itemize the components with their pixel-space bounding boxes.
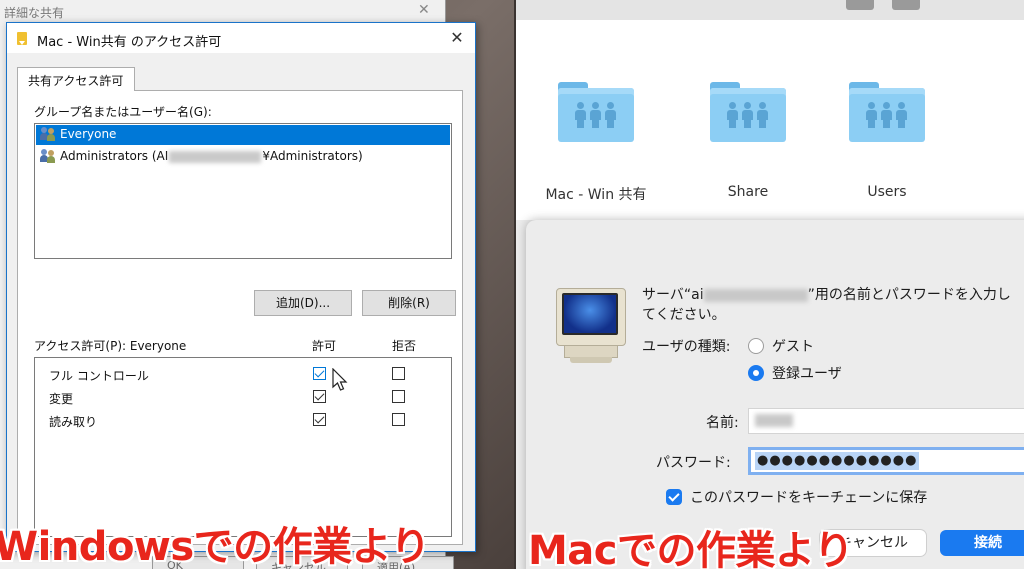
background-close-icon[interactable]: ✕ — [418, 2, 430, 18]
registered-user-radio-label: 登録ユーザ — [772, 366, 842, 382]
folder-label: Mac - Win 共有 — [545, 187, 647, 203]
user-type-label: ユーザの種類: — [642, 339, 731, 355]
users-icon — [40, 127, 56, 141]
deny-full-control-checkbox[interactable] — [392, 367, 405, 380]
name-label: 名前: — [706, 415, 739, 431]
deny-change-checkbox[interactable] — [392, 390, 405, 403]
allow-full-control-checkbox[interactable] — [313, 367, 326, 380]
group-item-everyone[interactable]: Everyone — [36, 125, 450, 145]
mouse-cursor-icon — [332, 368, 348, 391]
group-item-label: Everyone — [60, 127, 117, 141]
allow-change-checkbox[interactable] — [313, 390, 326, 403]
add-button[interactable]: 追加(D)... — [254, 290, 352, 316]
finder-toolbar — [516, 0, 1024, 20]
name-field[interactable] — [748, 408, 1024, 434]
shared-folder-icon — [849, 82, 925, 142]
prompt-prefix: サーバ“ai — [642, 287, 704, 303]
redacted-username — [755, 413, 793, 427]
close-icon[interactable]: ✕ — [445, 27, 469, 49]
permission-name: 変更 — [49, 392, 74, 406]
allow-read-checkbox[interactable] — [313, 413, 326, 426]
folder-mac-win-share[interactable]: Mac - Win 共有 — [526, 82, 666, 203]
permissions-dialog: Mac - Win共有 のアクセス許可 ✕ 共有アクセス許可 グループ名またはユ… — [6, 22, 476, 552]
group-item-label-prefix: Administrators (AI — [60, 149, 169, 163]
redacted-server-name — [703, 288, 808, 302]
login-prompt: サーバ“ai ”用の名前とパスワードを入力し — [642, 284, 1011, 304]
password-value: ●●●●●●●●●●●●● — [755, 452, 920, 470]
folder-share[interactable]: Share — [678, 82, 818, 202]
password-label: パスワード: — [656, 455, 731, 471]
folder-label: Users — [867, 184, 907, 200]
shared-folder-icon — [558, 82, 634, 142]
permissions-label: アクセス許可(P): Everyone — [34, 339, 187, 353]
mac-panel: Mac - Win 共有 Share Users サーバ“ai ”用の名前とパス… — [514, 0, 1024, 569]
group-label: グループ名またはユーザー名(G): — [34, 105, 212, 119]
shared-folder-icon — [710, 82, 786, 142]
permissions-listbox: フル コントロール 変更 読み取り — [34, 357, 452, 537]
deny-read-checkbox[interactable] — [392, 413, 405, 426]
allow-header: 許可 — [312, 339, 337, 353]
folder-label: Share — [727, 184, 769, 200]
prompt-suffix: ”用の名前とパスワードを入力し — [807, 287, 1011, 303]
guest-radio[interactable] — [748, 338, 764, 354]
users-icon — [40, 149, 56, 163]
permission-name: フル コントロール — [49, 369, 149, 383]
login-dialog: サーバ“ai ”用の名前とパスワードを入力し てください。 ユーザの種類: ゲスト… — [526, 220, 1024, 569]
password-field[interactable]: ●●●●●●●●●●●●● — [748, 447, 1024, 475]
login-prompt-line2: てください。 — [642, 307, 726, 323]
redacted-text — [169, 150, 262, 163]
group-item-administrators[interactable]: Administrators (AI ¥Administrators) — [36, 147, 450, 167]
windows-panel: 詳細な共有 ✕ OK キャンセル 適用(A) Mac - Win共有 のアクセス… — [0, 0, 514, 569]
mac-caption: Macでの作業より — [528, 528, 854, 569]
finder-content: Mac - Win 共有 Share Users — [516, 20, 1024, 220]
save-keychain-checkbox[interactable] — [666, 489, 682, 505]
guest-radio-label: ゲスト — [772, 339, 814, 355]
registered-user-radio[interactable] — [748, 365, 764, 381]
dialog-titlebar[interactable]: Mac - Win共有 のアクセス許可 ✕ — [7, 23, 475, 53]
deny-header: 拒否 — [392, 339, 417, 353]
toolbar-button[interactable] — [846, 0, 874, 10]
toolbar-button[interactable] — [892, 0, 920, 10]
monitor-icon — [556, 288, 626, 364]
folder-users[interactable]: Users — [817, 82, 957, 202]
permission-name: 読み取り — [49, 415, 98, 429]
folder-bookmark-icon — [17, 32, 27, 45]
windows-caption: Windowsでの作業より — [0, 524, 430, 569]
tab-share-permissions[interactable]: 共有アクセス許可 — [17, 67, 135, 91]
save-keychain-label: このパスワードをキーチェーンに保存 — [690, 490, 928, 506]
background-window-title: 詳細な共有 — [4, 6, 65, 20]
group-listbox[interactable]: Everyone Administrators (AI ¥Administrato… — [34, 123, 452, 259]
dialog-title: Mac - Win共有 のアクセス許可 — [37, 35, 222, 50]
group-item-label-suffix: ¥Administrators) — [262, 149, 363, 163]
tab-panel: グループ名またはユーザー名(G): Everyone Administrator… — [17, 90, 463, 545]
connect-button[interactable]: 接続 — [940, 530, 1024, 556]
remove-button[interactable]: 削除(R) — [362, 290, 456, 316]
